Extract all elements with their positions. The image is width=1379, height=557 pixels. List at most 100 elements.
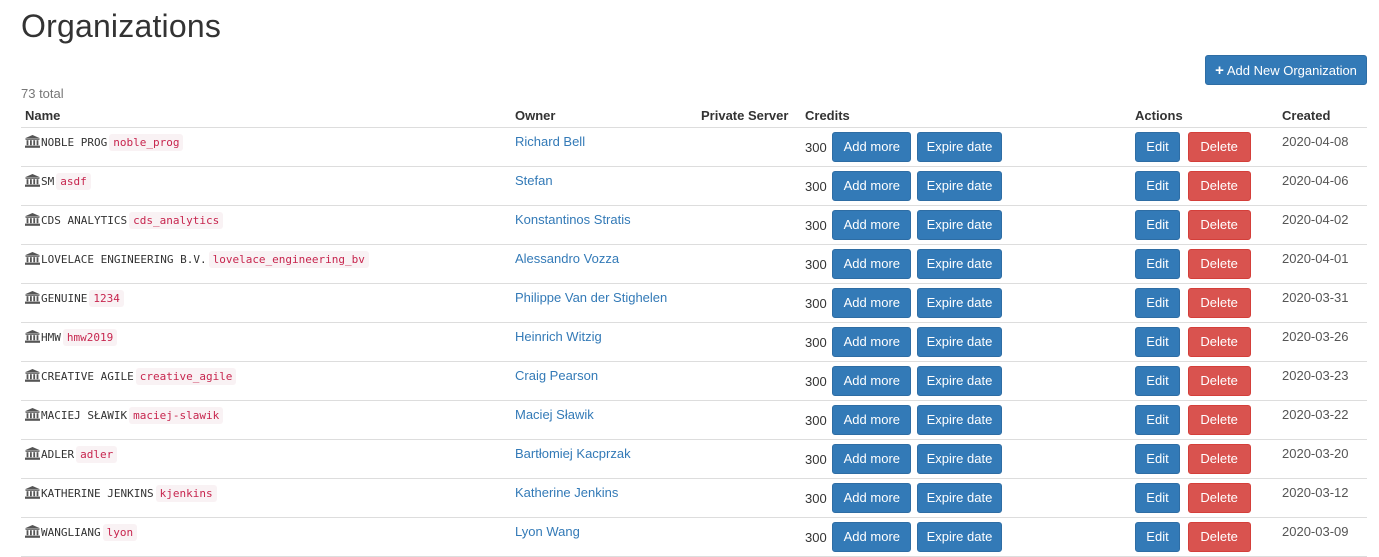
owner-link[interactable]: Katherine Jenkins [515,485,618,500]
credits-value: 300 [805,217,827,233]
edit-button[interactable]: Edit [1135,366,1180,396]
expire-date-button[interactable]: Expire date [916,327,1002,357]
add-more-button[interactable]: Add more [832,366,912,396]
table-row: NOBLE PROG noble_prog Richard Bell 300 Ad… [21,127,1367,167]
owner-link[interactable]: Alessandro Vozza [515,251,619,266]
table-row: CDS ANALYTICS cds_analytics Konstantinos … [21,205,1367,245]
name-cell: NOBLE PROG noble_prog [21,127,511,167]
created-date: 2020-03-23 [1278,361,1367,401]
credits-value: 300 [805,178,827,194]
expire-date-button[interactable]: Expire date [916,210,1002,240]
credits-cell: 300 Add more Expire date [801,127,1131,167]
owner-cell: Konstantinos Stratis [511,205,697,245]
add-more-button[interactable]: Add more [832,327,912,357]
add-more-button[interactable]: Add more [832,444,912,474]
owner-link[interactable]: Lyon Wang [515,524,580,539]
expire-date-button[interactable]: Expire date [916,171,1002,201]
delete-button[interactable]: Delete [1187,210,1251,240]
delete-button[interactable]: Delete [1187,366,1251,396]
created-date: 2020-04-08 [1278,127,1367,167]
credits-cell: 300 Add more Expire date [801,478,1131,518]
private-server-cell [697,244,801,284]
delete-button[interactable]: Delete [1187,132,1251,162]
owner-cell: Lyon Wang [511,517,697,557]
delete-button[interactable]: Delete [1187,249,1251,279]
owner-link[interactable]: Philippe Van der Stighelen [515,290,667,305]
owner-cell: Bartłomiej Kacprzak [511,439,697,479]
delete-button[interactable]: Delete [1187,483,1251,513]
owner-link[interactable]: Maciej Sławik [515,407,594,422]
credits-cell: 300 Add more Expire date [801,283,1131,323]
add-more-button[interactable]: Add more [832,132,912,162]
add-more-button[interactable]: Add more [832,249,912,279]
edit-button[interactable]: Edit [1135,132,1180,162]
table-row: GENUINE 1234 Philippe Van der Stighelen 3… [21,283,1367,323]
header-name: Name [21,104,511,128]
edit-button[interactable]: Edit [1135,327,1180,357]
header-owner: Owner [511,104,697,128]
edit-button[interactable]: Edit [1135,171,1180,201]
delete-button[interactable]: Delete [1187,522,1251,552]
private-server-cell [697,361,801,401]
bank-icon [25,525,40,538]
add-more-button[interactable]: Add more [832,405,912,435]
owner-link[interactable]: Stefan [515,173,553,188]
owner-link[interactable]: Richard Bell [515,134,585,149]
delete-button[interactable]: Delete [1187,327,1251,357]
delete-button[interactable]: Delete [1187,405,1251,435]
expire-date-button[interactable]: Expire date [916,405,1002,435]
edit-button[interactable]: Edit [1135,483,1180,513]
org-name: MACIEJ SŁAWIK [41,409,128,422]
name-cell: ADLER adler [21,439,511,479]
org-name: GENUINE [41,292,88,305]
header-actions: Actions [1131,104,1278,128]
credits-cell: 300 Add more Expire date [801,517,1131,557]
expire-date-button[interactable]: Expire date [916,522,1002,552]
expire-date-button[interactable]: Expire date [916,288,1002,318]
edit-button[interactable]: Edit [1135,288,1180,318]
add-more-button[interactable]: Add more [832,522,912,552]
private-server-cell [697,127,801,167]
bank-icon [25,174,40,187]
owner-cell: Heinrich Witzig [511,322,697,362]
owner-link[interactable]: Bartłomiej Kacprzak [515,446,631,461]
owner-link[interactable]: Konstantinos Stratis [515,212,631,227]
name-cell: SM asdf [21,166,511,206]
created-date: 2020-04-01 [1278,244,1367,284]
page-title: Organizations [21,8,222,44]
bank-icon [25,486,40,499]
add-more-button[interactable]: Add more [832,483,912,513]
name-cell: HMW hmw2019 [21,322,511,362]
org-slug: lovelace_engineering_bv [208,251,369,268]
add-more-button[interactable]: Add more [832,288,912,318]
owner-link[interactable]: Heinrich Witzig [515,329,602,344]
delete-button[interactable]: Delete [1187,171,1251,201]
expire-date-button[interactable]: Expire date [916,444,1002,474]
add-new-organization-button[interactable]: + Add New Organization [1205,55,1367,85]
org-name: LOVELACE ENGINEERING B.V. [41,253,207,266]
delete-button[interactable]: Delete [1187,288,1251,318]
credits-value: 300 [805,490,827,506]
edit-button[interactable]: Edit [1135,444,1180,474]
name-cell: LOVELACE ENGINEERING B.V. lovelace_engine… [21,244,511,284]
actions-cell: Edit Delete [1131,439,1278,479]
credits-cell: 300 Add more Expire date [801,322,1131,362]
org-slug: cds_analytics [129,212,224,229]
org-slug: asdf [56,173,91,190]
expire-date-button[interactable]: Expire date [916,366,1002,396]
name-cell: CDS ANALYTICS cds_analytics [21,205,511,245]
add-more-button[interactable]: Add more [832,171,912,201]
add-more-button[interactable]: Add more [832,210,912,240]
expire-date-button[interactable]: Expire date [916,249,1002,279]
expire-date-button[interactable]: Expire date [916,483,1002,513]
edit-button[interactable]: Edit [1135,522,1180,552]
delete-button[interactable]: Delete [1187,444,1251,474]
edit-button[interactable]: Edit [1135,249,1180,279]
edit-button[interactable]: Edit [1135,405,1180,435]
edit-button[interactable]: Edit [1135,210,1180,240]
actions-cell: Edit Delete [1131,283,1278,323]
owner-cell: Katherine Jenkins [511,478,697,518]
org-name: CDS ANALYTICS [41,214,128,227]
owner-link[interactable]: Craig Pearson [515,368,598,383]
expire-date-button[interactable]: Expire date [916,132,1002,162]
